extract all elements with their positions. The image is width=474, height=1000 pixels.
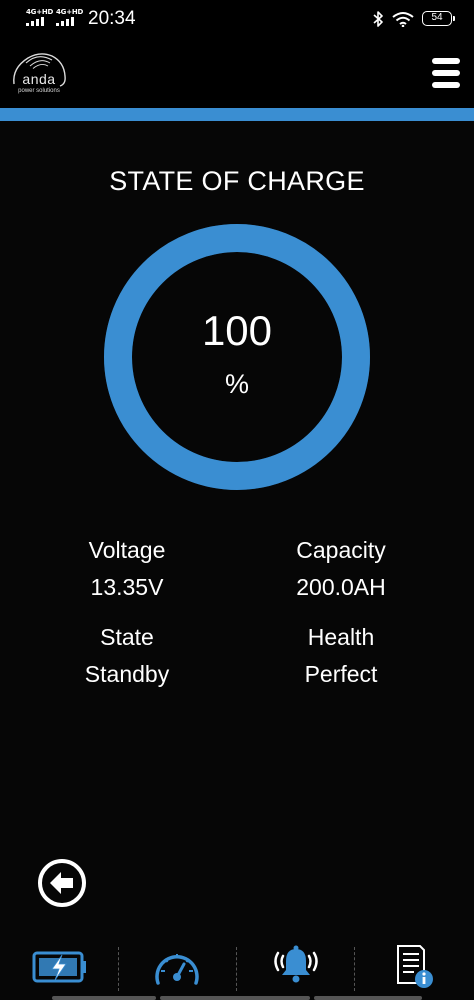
back-arrow-icon[interactable] xyxy=(37,858,87,908)
voltage-value: 13.35V xyxy=(90,574,164,600)
state-of-charge-gauge xyxy=(104,224,370,490)
gauge-fill-arc xyxy=(104,224,370,490)
state-value: Standby xyxy=(84,661,170,687)
nav-info-tab[interactable] xyxy=(354,935,472,1000)
nav-battery-tab[interactable] xyxy=(0,935,118,1000)
battery-status-icon: 54 xyxy=(422,11,455,26)
network-type-label: 4G+HD xyxy=(26,8,54,16)
charge-percent-value: 100 xyxy=(201,307,273,354)
wifi-icon xyxy=(392,12,414,27)
voltage-label: Voltage xyxy=(88,537,166,563)
signal-bars-icon xyxy=(56,17,74,26)
app-header: anda power solutions xyxy=(0,40,474,108)
menu-line xyxy=(432,58,460,64)
home-indicator-segment xyxy=(52,996,156,1000)
page-title: STATE OF CHARGE xyxy=(109,166,365,196)
nav-meter-tab[interactable] xyxy=(118,935,236,1000)
battery-charging-icon xyxy=(32,951,86,983)
status-time: 20:34 xyxy=(88,8,136,29)
nav-alarm-tab[interactable] xyxy=(236,935,354,1000)
state-label: State xyxy=(100,624,154,650)
charge-percent-unit: % xyxy=(224,369,249,399)
signal-bars-icon xyxy=(26,17,44,26)
logo-wordmark: anda xyxy=(22,71,56,87)
menu-line xyxy=(432,82,460,88)
menu-line xyxy=(432,70,460,76)
header-accent-bar xyxy=(0,108,474,121)
document-info-icon xyxy=(397,945,433,988)
signal-indicator-sim2: 4G+HD xyxy=(56,8,84,26)
signal-indicator-sim1: 4G+HD xyxy=(26,8,54,26)
speedometer-icon xyxy=(155,954,199,985)
health-label: Health xyxy=(307,624,375,650)
bluetooth-icon xyxy=(373,11,383,27)
capacity-label: Capacity xyxy=(296,537,386,563)
network-type-label: 4G+HD xyxy=(56,8,84,16)
alarm-bell-icon xyxy=(274,945,318,983)
logo-tagline: power solutions xyxy=(18,88,60,94)
bottom-navigation xyxy=(0,935,474,1000)
hamburger-menu-icon[interactable] xyxy=(432,58,460,88)
home-indicator-segment xyxy=(160,996,310,1000)
capacity-value: 200.0AH xyxy=(296,574,386,600)
brand-logo: anda power solutions xyxy=(10,48,72,100)
app-screen: 4G+HD 4G+HD 20:34 54 anda power solution… xyxy=(0,0,474,1000)
health-value: Perfect xyxy=(304,661,378,687)
home-indicator-segment xyxy=(314,996,422,1000)
status-bar: 4G+HD 4G+HD 20:34 54 xyxy=(0,0,474,40)
